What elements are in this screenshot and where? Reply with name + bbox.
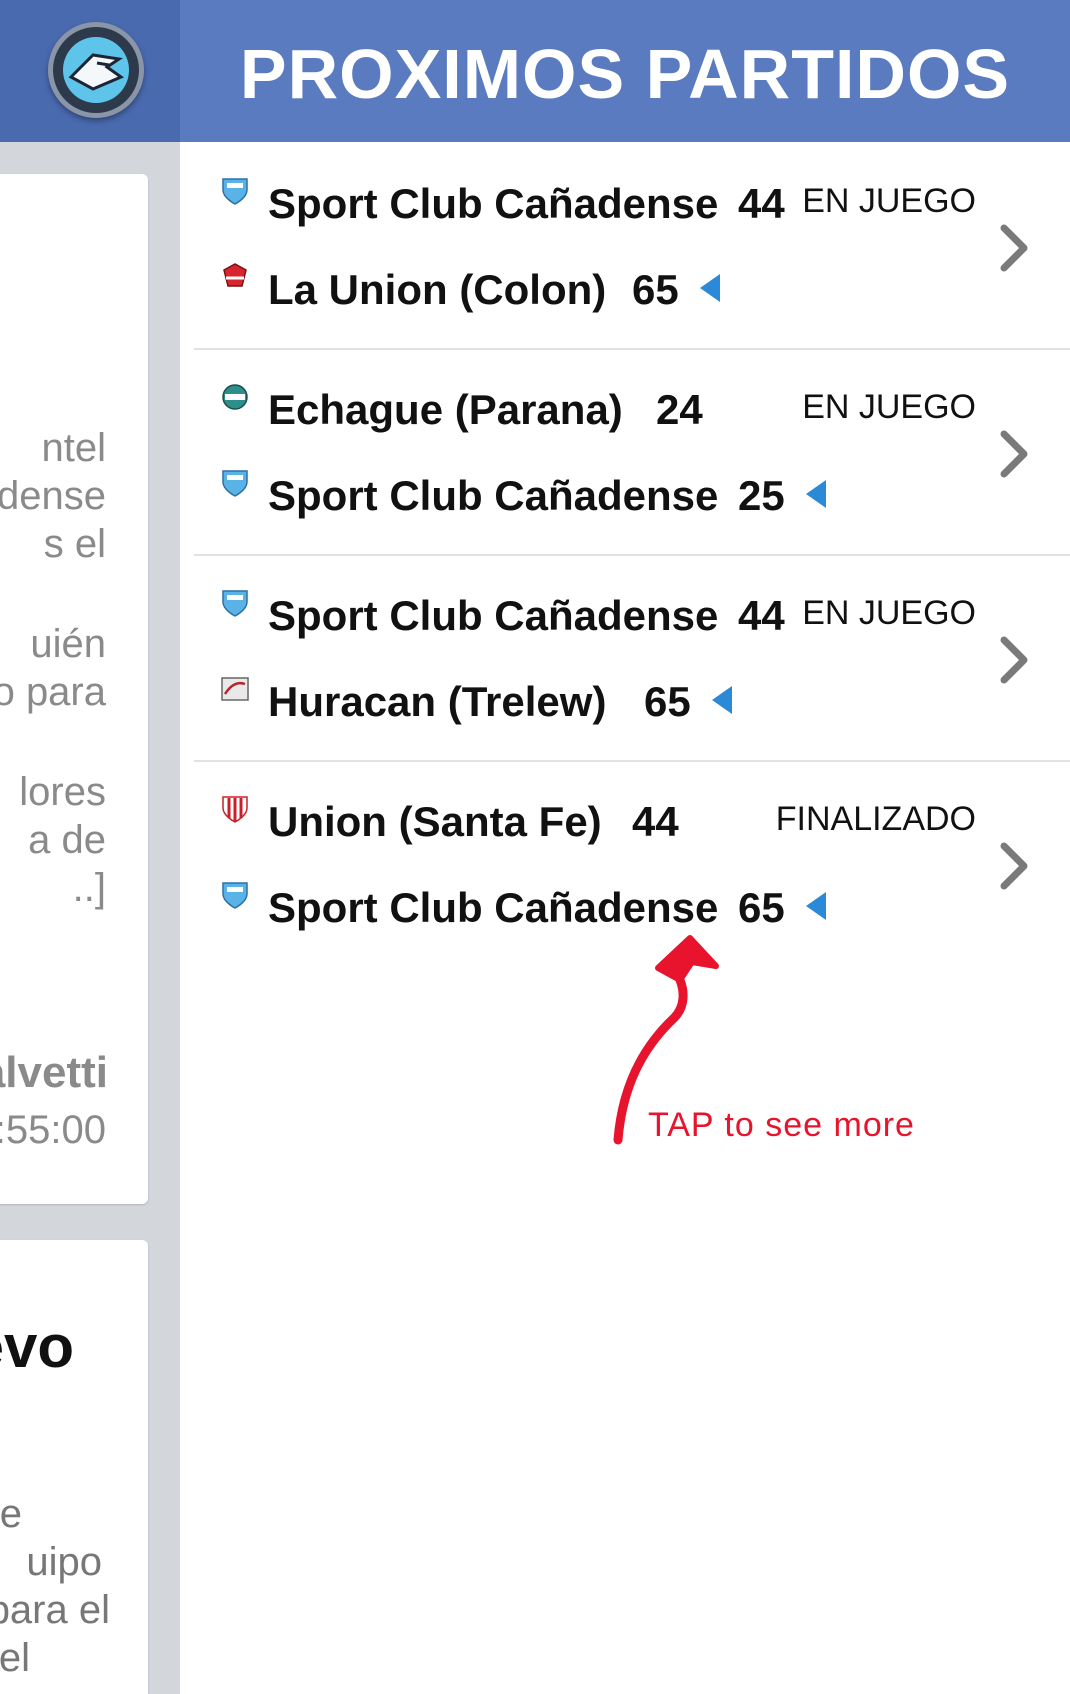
card-text-fragment: o para (0, 670, 106, 714)
card-text-fragment: para el (0, 1588, 110, 1632)
team-score: 44 (738, 592, 785, 639)
chevron-right-icon (1000, 842, 1028, 890)
team-score: 65 (644, 678, 691, 725)
card-time: :55:00 (0, 1108, 106, 1152)
team-name: Sport Club Cañadense (268, 180, 719, 227)
huracan-crest-icon (221, 677, 249, 701)
background-card-2[interactable]: evo e uipo para el el (0, 1240, 148, 1694)
scc-shield-icon (222, 882, 248, 909)
card-text-fragment: ntel (41, 426, 107, 470)
la-union-crest-icon (223, 263, 247, 287)
winner-indicator-icon (712, 686, 732, 714)
match-row[interactable]: Echague (Parana) 24 Sport Club Cañadense… (194, 348, 1070, 554)
eagle-glyph-icon (68, 53, 125, 91)
team-score: 24 (656, 386, 703, 433)
annotation-tap-hint: TAP to see more (648, 1106, 915, 1144)
chevron-right-icon (1000, 224, 1028, 272)
match-row[interactable]: Sport Club Cañadense 44 Huracan (Trelew)… (194, 554, 1070, 760)
team-name: Huracan (Trelew) (268, 678, 607, 725)
team-name: Union (Santa Fe) (268, 798, 602, 845)
match-status: EN JUEGO (802, 182, 976, 220)
card-text-fragment: dense (0, 474, 106, 518)
match-status: FINALIZADO (775, 800, 976, 838)
winner-indicator-icon (806, 480, 826, 508)
card-title-fragment: evo (0, 1313, 74, 1380)
team-name: Echague (Parana) (268, 386, 623, 433)
card-text-fragment: e (0, 1492, 22, 1536)
card-text-fragment: s el (43, 522, 106, 566)
scc-shield-icon (222, 590, 248, 617)
team-score: 65 (632, 266, 679, 313)
team-score: 44 (632, 798, 679, 845)
match-status: EN JUEGO (802, 594, 976, 632)
app-logo-icon[interactable] (48, 22, 144, 118)
chevron-right-icon (1000, 636, 1028, 684)
scc-shield-icon (222, 178, 248, 205)
card-text-fragment: uipo (26, 1540, 102, 1584)
card-text-fragment: a de (28, 818, 106, 862)
card-author: alvetti (0, 1048, 108, 1097)
scc-shield-icon (222, 470, 248, 497)
card-text-fragment: lores (19, 770, 106, 814)
left-header-bar (0, 0, 180, 142)
panel-header: PROXIMOS PARTIDOS (180, 0, 1070, 142)
team-score: 25 (738, 472, 785, 519)
team-name: Sport Club Cañadense (268, 592, 719, 639)
winner-indicator-icon (700, 274, 720, 302)
page-title: PROXIMOS PARTIDOS (239, 35, 1011, 113)
echague-crest-icon (222, 384, 248, 410)
chevron-right-icon (1000, 430, 1028, 478)
card-text-fragment: ..] (72, 866, 106, 910)
team-name: La Union (Colon) (268, 266, 607, 313)
background-card-1[interactable]: ntel dense s el uién o para lores a de .… (0, 174, 148, 1204)
background-page: ntel dense s el uién o para lores a de .… (0, 0, 180, 1694)
upcoming-matches-panel: PROXIMOS PARTIDOS Sport Club Cañadense 4… (180, 0, 1070, 1694)
match-row[interactable]: Sport Club Cañadense 44 La Union (Colon)… (194, 142, 1070, 348)
team-score: 44 (738, 180, 785, 227)
match-status: EN JUEGO (802, 388, 976, 426)
card-text-fragment: uién (30, 622, 106, 666)
card-text-fragment: el (0, 1636, 30, 1680)
winner-indicator-icon (806, 892, 826, 920)
team-name: Sport Club Cañadense (268, 472, 719, 519)
union-santa-fe-crest-icon (222, 796, 248, 823)
